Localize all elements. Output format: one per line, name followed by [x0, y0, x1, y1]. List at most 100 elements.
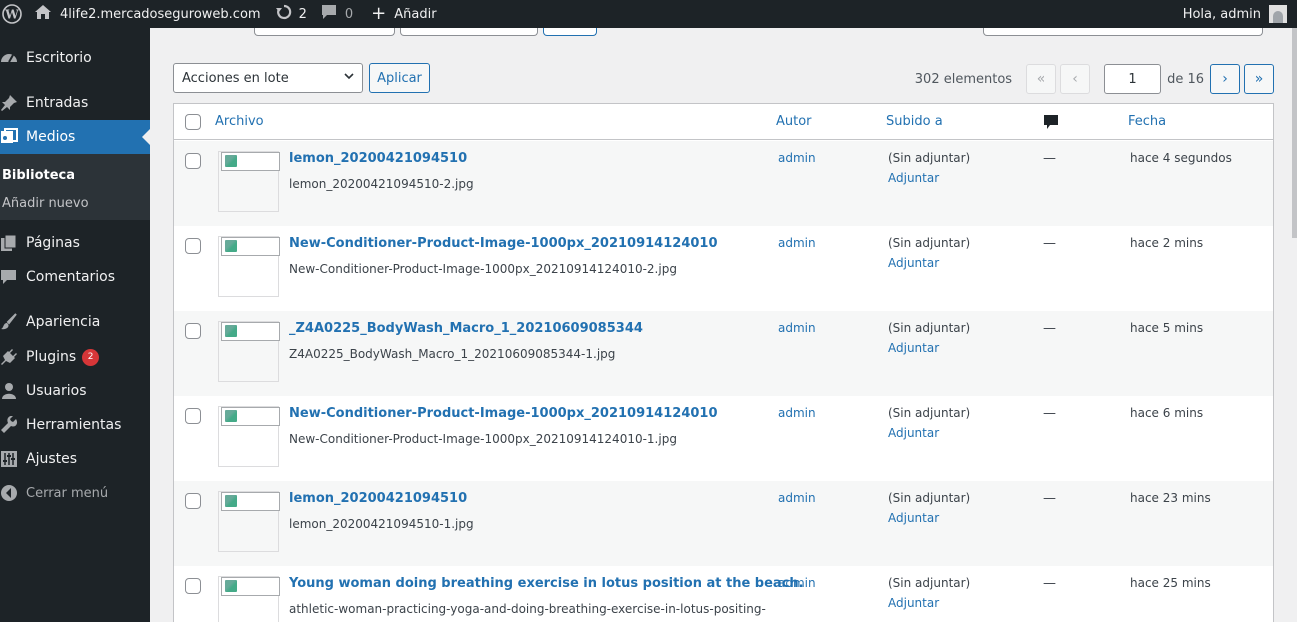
upload-date: hace 6 mins: [1130, 406, 1204, 420]
column-header-date[interactable]: Fecha: [1128, 114, 1166, 129]
first-page-button: «: [1026, 64, 1057, 94]
row-checkbox[interactable]: [185, 153, 201, 169]
media-filename: lemon_20200421094510-1.jpg: [289, 517, 474, 531]
bulk-actions-select[interactable]: Acciones en lote: [173, 63, 363, 93]
new-content-link[interactable]: + Añadir: [371, 0, 436, 28]
attach-link[interactable]: Adjuntar: [888, 596, 939, 610]
select-all-checkbox[interactable]: [185, 114, 201, 130]
column-header-uploaded-to[interactable]: Subido a: [886, 114, 943, 129]
media-title-link[interactable]: New-Conditioner-Product-Image-1000px_202…: [289, 236, 718, 251]
comments-count: —: [1043, 491, 1056, 506]
row-checkbox[interactable]: [185, 323, 201, 339]
sidebar-item-ajustes[interactable]: Ajustes: [0, 442, 150, 476]
comments-count: —: [1043, 236, 1056, 251]
row-checkbox[interactable]: [185, 238, 201, 254]
media-title-link[interactable]: lemon_20200421094510: [289, 491, 467, 506]
page-icon: [0, 234, 26, 252]
media-filename: New-Conditioner-Product-Image-1000px_202…: [289, 432, 677, 446]
author-link[interactable]: admin: [778, 576, 816, 590]
media-filename: lemon_20200421094510-2.jpg: [289, 177, 474, 191]
media-thumbnail[interactable]: [218, 151, 280, 212]
media-title-link[interactable]: Young woman doing breathing exercise in …: [289, 576, 804, 591]
row-checkbox[interactable]: [185, 578, 201, 594]
media-title-link[interactable]: New-Conditioner-Product-Image-1000px_202…: [289, 406, 718, 421]
admin-sidebar: Escritorio Entradas Medios Biblioteca Añ…: [0, 28, 150, 622]
comments-link[interactable]: 0: [321, 0, 353, 28]
my-account-link[interactable]: Hola, admin: [1183, 0, 1287, 28]
sidebar-item-escritorio[interactable]: Escritorio: [0, 41, 150, 75]
table-row: New-Conditioner-Product-Image-1000px_202…: [174, 226, 1273, 311]
sidebar-item-medios[interactable]: Medios: [0, 120, 150, 154]
brush-icon: [0, 313, 26, 331]
media-thumbnail[interactable]: [218, 576, 280, 622]
author-link[interactable]: admin: [778, 491, 816, 505]
last-page-button[interactable]: »: [1244, 64, 1274, 94]
column-header-comments[interactable]: [1044, 115, 1058, 133]
comments-count: —: [1043, 406, 1056, 421]
avatar: [1269, 5, 1287, 23]
broken-image-icon: [221, 577, 280, 596]
column-header-author[interactable]: Autor: [776, 114, 812, 129]
media-title-link[interactable]: lemon_20200421094510: [289, 151, 467, 166]
author-link[interactable]: admin: [778, 406, 816, 420]
media-thumbnail[interactable]: [218, 491, 280, 552]
author-link[interactable]: admin: [778, 151, 816, 165]
upload-date: hace 4 segundos: [1130, 151, 1232, 165]
comments-count: —: [1043, 321, 1056, 336]
sidebar-item-plugins[interactable]: Plugins 2: [0, 340, 150, 374]
sidebar-item-herramientas[interactable]: Herramientas: [0, 408, 150, 442]
column-header-file[interactable]: Archivo: [215, 114, 264, 129]
page-scrollbar[interactable]: [1292, 28, 1297, 238]
media-thumbnail[interactable]: [218, 406, 280, 467]
current-page-input[interactable]: 1: [1104, 64, 1162, 94]
filter-date-select[interactable]: [400, 28, 538, 36]
attach-link[interactable]: Adjuntar: [888, 426, 939, 440]
comment-bubble-icon: [1044, 115, 1058, 129]
media-thumbnail[interactable]: [218, 236, 280, 297]
filter-media-type-select[interactable]: [254, 28, 395, 36]
comments-count: —: [1043, 576, 1056, 591]
media-thumbnail[interactable]: [218, 321, 280, 382]
sidebar-item-paginas[interactable]: Páginas: [0, 226, 150, 260]
next-page-button[interactable]: ›: [1210, 64, 1240, 94]
submenu-item-biblioteca[interactable]: Biblioteca: [2, 168, 75, 183]
broken-image-icon: [221, 152, 280, 171]
submenu-item-anadir-nuevo[interactable]: Añadir nuevo: [2, 196, 89, 211]
table-row: New-Conditioner-Product-Image-1000px_202…: [174, 396, 1273, 481]
apply-button[interactable]: Aplicar: [369, 63, 430, 93]
media-title-link[interactable]: _Z4A0225_BodyWash_Macro_1_20210609085344: [289, 321, 643, 336]
author-link[interactable]: admin: [778, 236, 816, 250]
collapse-menu-label: Cerrar menú: [26, 485, 109, 501]
site-name-link[interactable]: 4life2.mercadoseguroweb.com: [34, 0, 261, 28]
upload-date: hace 23 mins: [1130, 491, 1211, 505]
row-checkbox[interactable]: [185, 493, 201, 509]
upload-date: hace 5 mins: [1130, 321, 1204, 335]
sidebar-item-entradas[interactable]: Entradas: [0, 86, 150, 120]
wordpress-logo-icon[interactable]: W: [0, 0, 24, 28]
attach-link[interactable]: Adjuntar: [888, 256, 939, 270]
media-icon: [0, 128, 26, 146]
updates-link[interactable]: 2: [275, 0, 307, 28]
search-media-input[interactable]: [983, 28, 1263, 36]
attach-link[interactable]: Adjuntar: [888, 511, 939, 525]
sidebar-item-label: Páginas: [26, 235, 80, 251]
sidebar-item-usuarios[interactable]: Usuarios: [0, 374, 150, 408]
author-link[interactable]: admin: [778, 321, 816, 335]
sidebar-item-apariencia[interactable]: Apariencia: [0, 305, 150, 339]
filter-button[interactable]: [543, 28, 597, 36]
media-filename: athletic-woman-practicing-yoga-and-doing…: [289, 602, 766, 616]
wrench-icon: [0, 416, 26, 434]
sidebar-item-label: Comentarios: [26, 269, 116, 285]
upload-date: hace 2 mins: [1130, 236, 1204, 250]
svg-text:W: W: [4, 8, 19, 22]
media-filename: Z4A0225_BodyWash_Macro_1_20210609085344-…: [289, 347, 616, 361]
sidebar-item-comentarios[interactable]: Comentarios: [0, 260, 150, 294]
attach-link[interactable]: Adjuntar: [888, 171, 939, 185]
attach-link[interactable]: Adjuntar: [888, 341, 939, 355]
upload-date: hace 25 mins: [1130, 576, 1211, 590]
site-name: 4life2.mercadoseguroweb.com: [60, 6, 261, 22]
collapse-menu-button[interactable]: Cerrar menú: [0, 476, 150, 510]
admin-bar: W 4life2.mercadoseguroweb.com 2 0 + Añad…: [0, 0, 1297, 28]
row-checkbox[interactable]: [185, 408, 201, 424]
comments-count: —: [1043, 151, 1056, 166]
